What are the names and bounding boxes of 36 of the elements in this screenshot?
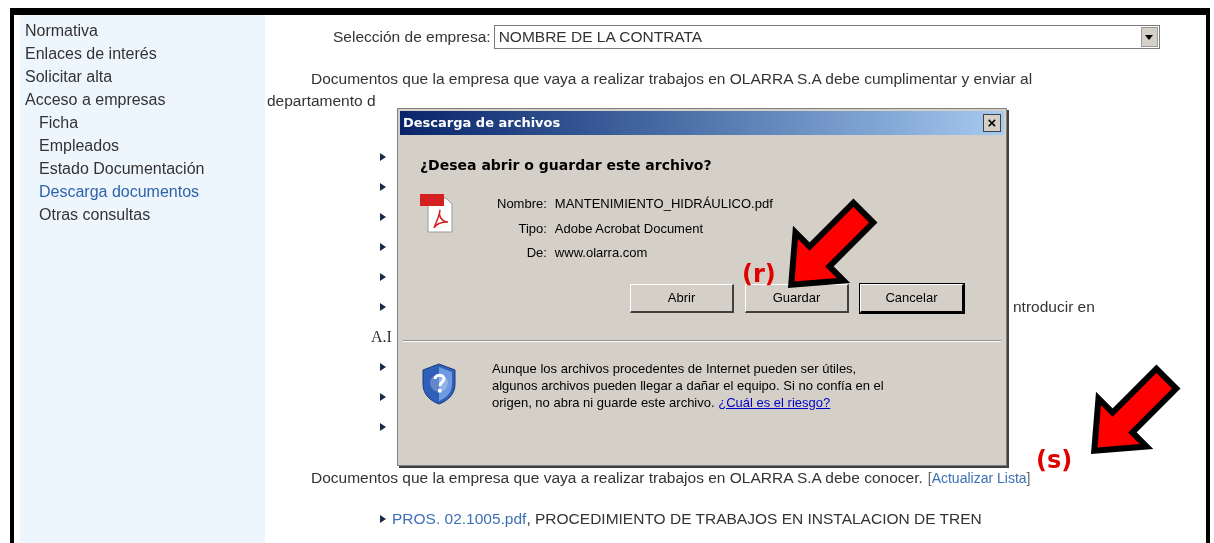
document-description: , PROCEDIMIENTO DE TRABAJOS EN INSTALACION DE TREN: [526, 509, 982, 530]
dialog-question: ¿Desea abrir o guardar este archivo?: [420, 156, 712, 175]
paragraph-text: Documentos que la empresa que vaya a realizar trabajos en OLARRA S.A debe cumplimentar y enviar al: [311, 69, 1033, 89]
field-label: Selección de empresa:: [333, 27, 491, 48]
field-label: Nombre:: [497, 195, 547, 213]
warning-text: Aunque los archivos procedentes de Internet pueden ser útiles, algunos archivos pueden llegar a dañar el equipo. Si no confía en el origen, no abra ni guarde este archivo. ¿Cuál es el riesgo?: [492, 359, 885, 411]
field-label: De:: [525, 244, 547, 262]
sidebar-item[interactable]: Empleados: [25, 134, 120, 157]
field-label: Tipo:: [517, 219, 547, 238]
dialog-button[interactable]: Cancelar: [860, 283, 964, 313]
bullet-icon: [380, 514, 386, 523]
document-link[interactable]: PROS. 02.1005.pdf: [392, 507, 527, 531]
sidebar-item[interactable]: Descarga documentos: [25, 180, 200, 203]
window-title: Descarga de archivos: [403, 114, 561, 133]
sidebar-item[interactable]: Otras consultas: [25, 203, 151, 226]
dialog-button[interactable]: Abrir: [630, 283, 734, 313]
sidebar-item[interactable]: Solicitar alta: [25, 65, 113, 88]
sidebar-item[interactable]: Normativa: [25, 19, 98, 42]
paragraph-text: ntroducir en: [1013, 297, 1095, 318]
paragraph-text: A.I: [371, 327, 392, 347]
refresh-list-link[interactable]: [Actualizar Lista]: [927, 468, 1031, 489]
sidebar-item[interactable]: Ficha: [25, 111, 79, 134]
field-value: www.olarra.com: [554, 244, 649, 262]
risk-link[interactable]: ¿Cuál es el riesgo?: [718, 394, 831, 410]
paragraph-text: departamento d: [267, 91, 376, 111]
pdf-file-icon: [420, 194, 454, 234]
sidebar-item[interactable]: Acceso a empresas: [25, 88, 166, 111]
field-value: Adobe Acrobat Document: [554, 219, 704, 238]
shield-help-icon: [422, 362, 456, 405]
close-button[interactable]: ×: [983, 114, 1001, 132]
annotation-label: (s): [1036, 445, 1073, 476]
field-value: MANTENIMIENTO_HIDRÁULICO.pdf: [554, 195, 773, 213]
sidebar-item[interactable]: Estado Documentación: [25, 157, 205, 180]
paragraph-text: Documentos que la empresa que vaya a realizar trabajos en OLARRA S.A debe conocer.: [311, 468, 923, 488]
sidebar-item[interactable]: Enlaces de interés: [25, 42, 157, 65]
company-select[interactable]: NOMBRE DE LA CONTRATA: [493, 25, 1160, 49]
